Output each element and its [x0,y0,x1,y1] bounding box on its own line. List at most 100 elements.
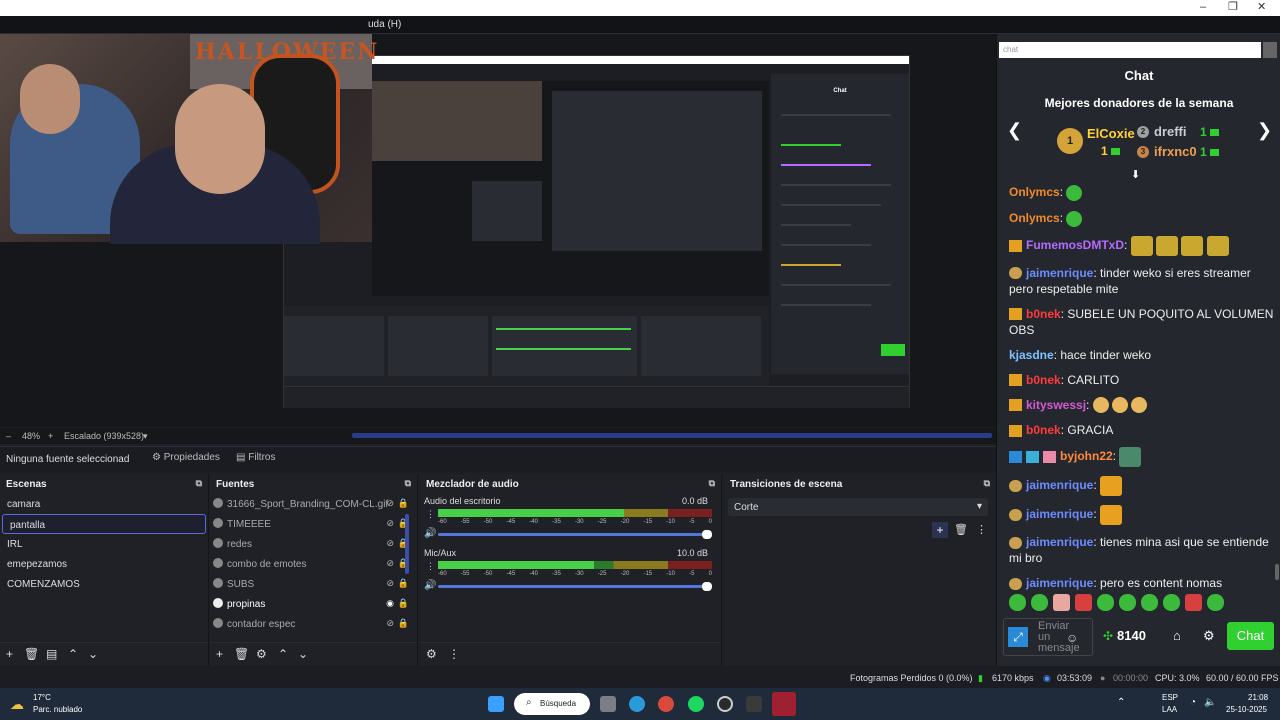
chevron-down-icon[interactable]: ⌄ [298,647,308,661]
tool-icon[interactable]: ⤢ [1008,627,1028,647]
weather-icon[interactable]: ☁ [10,696,24,713]
zoom-in-icon[interactable]: + [48,431,53,441]
spotify-icon[interactable] [688,696,704,712]
speaker-icon[interactable]: 🔊 [424,528,436,539]
scene-item-selected[interactable]: pantalla [2,514,206,534]
clock-time[interactable]: 21:08 [1248,693,1268,702]
preview-canvas[interactable]: Chat HALLOWEEN [0,34,996,427]
lock-icon[interactable]: 🔒 [398,618,409,629]
popout-icon[interactable]: ⧉ [405,478,411,489]
emote-icon[interactable] [1075,594,1092,611]
source-item[interactable]: TIMEEEE ⊘ 🔒 [210,514,417,534]
clock-date[interactable]: 25-10-2025 [1226,705,1267,714]
preview-scrollbar[interactable] [352,433,992,438]
lock-icon[interactable]: 🔒 [398,498,409,509]
volume-slider[interactable] [438,582,712,591]
popout-icon[interactable]: ⧉ [196,478,202,489]
menu-help[interactable]: uda (H) [368,19,401,30]
chevron-up-icon[interactable]: ⌃ [1117,697,1125,708]
source-item[interactable]: combo de emotes ⊘ 🔒 [210,554,417,574]
language[interactable]: ESP [1162,693,1178,702]
sources-scrollbar[interactable] [405,514,409,574]
emote-icon[interactable] [1185,594,1202,611]
eye-off-icon[interactable]: ⊘ [386,538,394,549]
app-icon[interactable] [772,692,796,716]
eye-off-icon[interactable]: ⊘ [386,558,394,569]
wifi-icon[interactable]: ◔ [1190,697,1196,708]
emote-icon[interactable] [1141,594,1158,611]
add-icon[interactable]: + [6,647,13,661]
kebab-icon[interactable]: ⋮ [976,523,987,536]
zoom-level[interactable]: 48% [22,431,40,441]
add-icon[interactable]: + [216,647,223,661]
speaker-icon[interactable]: 🔊 [424,580,436,591]
obs-icon[interactable] [717,696,733,712]
emoji-icon[interactable]: ☺ [1066,631,1078,645]
trash-icon[interactable]: 🗑 [24,647,39,661]
edge-icon[interactable] [629,696,645,712]
close-icon[interactable]: ✕ [1257,0,1266,15]
scene-item[interactable]: COMENZAMOS [0,574,208,594]
emote-icon[interactable] [1009,594,1026,611]
chat-address-bar[interactable]: chat [999,42,1261,58]
scroll-down-icon[interactable]: ⬇ [1131,168,1140,181]
gear-icon[interactable]: ⚙ [256,647,267,661]
chrome-icon[interactable] [658,696,674,712]
store-icon[interactable]: ⌂ [1173,628,1181,643]
chat-input[interactable]: ⤢ Enviar un mensaje ☺ [1003,618,1093,656]
chevron-right-icon[interactable]: ❯ [1257,120,1272,141]
search-box[interactable]: ⌕ Búsqueda [514,693,590,715]
chevron-left-icon[interactable]: ❮ [1007,120,1022,141]
filter-icon[interactable]: ▤ [46,647,57,661]
channel-points[interactable]: 8140 [1117,628,1146,643]
channel-points-icon[interactable]: ✣ [1103,629,1113,643]
scene-item[interactable]: IRL [0,534,208,554]
emote-icon[interactable] [1053,594,1070,611]
lock-icon[interactable]: 🔒 [398,578,409,589]
trash-icon[interactable]: 🗑 [234,647,249,661]
properties-button[interactable]: ⚙ Propiedades [152,452,220,463]
emote-icon[interactable] [1097,594,1114,611]
eye-off-icon[interactable]: ⊘ [386,498,394,509]
emote-icon[interactable] [1207,594,1224,611]
scene-item[interactable]: camara [0,494,208,514]
source-item[interactable]: contador espec ⊘ 🔒 [210,614,417,634]
chevron-down-icon[interactable]: ⌄ [88,647,98,661]
popout-icon[interactable]: ⧉ [709,478,715,489]
kebab-icon[interactable]: ⋮ [426,509,435,520]
start-icon[interactable] [488,696,504,712]
filters-button[interactable]: ▤ Filtros [236,452,275,463]
emote-icon[interactable] [1163,594,1180,611]
scene-item[interactable]: emepezamos [0,554,208,574]
eye-icon[interactable]: ◉ [386,598,394,609]
transition-select[interactable]: Corte ▾ [728,498,988,516]
lock-icon[interactable]: 🔒 [398,598,409,609]
trash-icon[interactable]: 🗑 [954,523,968,536]
chevron-down-icon[interactable]: ▾ [143,431,148,442]
chevron-up-icon[interactable]: ⌃ [68,647,78,661]
source-item[interactable]: redes ⊘ 🔒 [210,534,417,554]
chat-scrollbar[interactable] [1275,564,1279,580]
popout-icon[interactable]: ⧉ [984,478,990,489]
kebab-icon[interactable]: ⋮ [448,647,460,661]
eye-off-icon[interactable]: ⊘ [386,518,394,529]
minimize-icon[interactable]: – [1200,0,1206,15]
source-item[interactable]: 31666_Sport_Branding_COM-CL.gif ⊘ 🔒 [210,494,417,514]
chevron-up-icon[interactable]: ⌃ [278,647,288,661]
add-transition-button[interactable]: + [932,522,948,538]
volume-slider[interactable] [438,530,712,539]
source-item[interactable]: SUBS ⊘ 🔒 [210,574,417,594]
source-item[interactable]: propinas ◉ 🔒 [210,594,417,614]
gear-icon[interactable]: ⚙ [1203,628,1215,644]
eye-off-icon[interactable]: ⊘ [386,578,394,589]
emote-icon[interactable] [1119,594,1136,611]
close-chat-button[interactable] [1263,42,1277,58]
maximize-icon[interactable]: ❐ [1228,0,1238,15]
eye-off-icon[interactable]: ⊘ [386,618,394,629]
task-view-icon[interactable] [600,696,616,712]
gear-icon[interactable]: ⚙ [426,647,437,661]
emote-icon[interactable] [1031,594,1048,611]
keyboard-layout[interactable]: LAA [1162,705,1177,714]
zoom-out-icon[interactable]: – [6,431,11,441]
kebab-icon[interactable]: ⋮ [426,561,435,572]
